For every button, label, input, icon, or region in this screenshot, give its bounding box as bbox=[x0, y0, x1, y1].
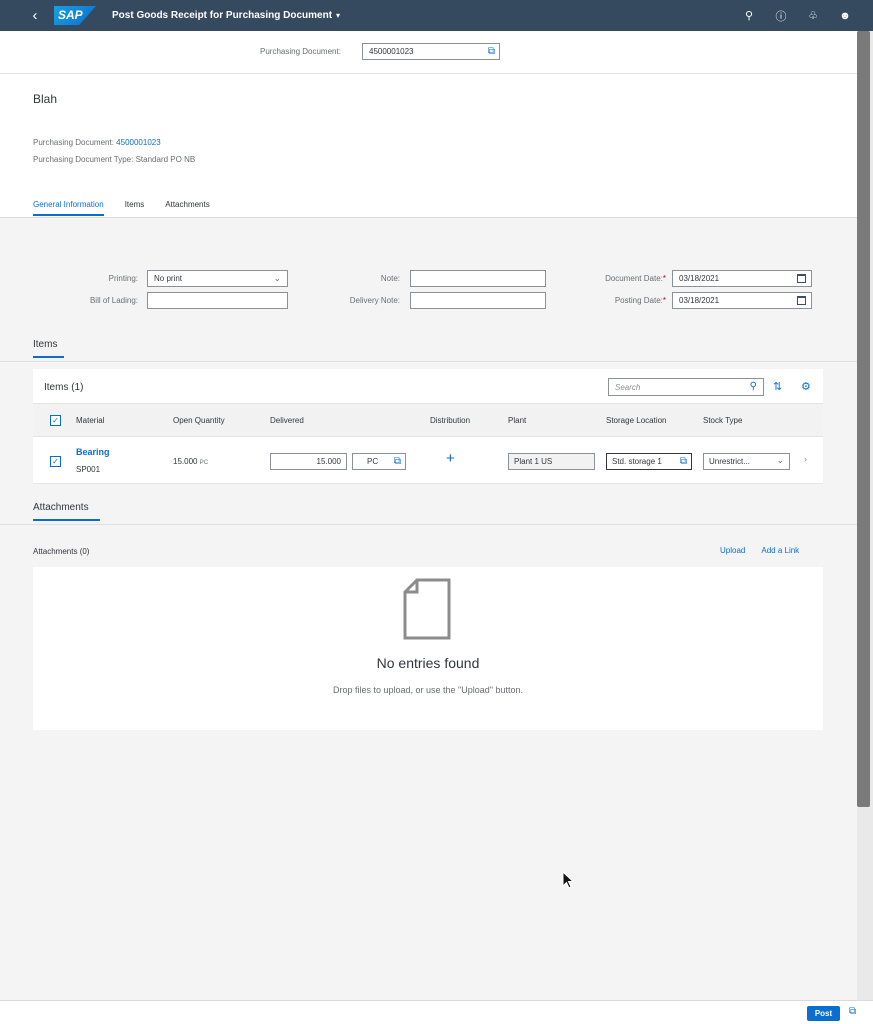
purchasing-document-value: 4500001023 bbox=[369, 47, 414, 56]
items-table-title: Items (1) bbox=[44, 382, 84, 393]
delivered-unit-input[interactable]: PC ⧉ bbox=[352, 453, 406, 470]
printing-select[interactable]: No print ⌄ bbox=[147, 270, 288, 287]
value-help-icon[interactable]: ⧉ bbox=[394, 456, 401, 467]
purchasing-document-attribute: Purchasing Document: 4500001023 bbox=[33, 138, 161, 147]
material-id: SP001 bbox=[76, 465, 101, 474]
attachments-section-title[interactable]: Attachments bbox=[33, 502, 100, 521]
chevron-right-icon[interactable]: › bbox=[804, 454, 807, 464]
scrollbar-thumb[interactable] bbox=[857, 31, 870, 807]
upload-button[interactable]: Upload bbox=[720, 546, 745, 555]
tab-general-information[interactable]: General Information bbox=[33, 200, 104, 216]
value-help-icon[interactable]: ⧉ bbox=[488, 46, 495, 57]
open-quantity: 15.000 PC bbox=[173, 457, 209, 466]
footer-toolbar: Post ⧉ bbox=[0, 1000, 873, 1024]
empty-state-title: No entries found bbox=[376, 655, 480, 671]
value-help-icon[interactable]: ⧉ bbox=[679, 456, 687, 467]
column-plant[interactable]: Plant bbox=[508, 416, 526, 425]
attachments-list: No entries found Drop files to upload, o… bbox=[33, 567, 823, 730]
document-icon bbox=[403, 578, 451, 640]
document-date-label: Document Date:* bbox=[605, 274, 666, 283]
tab-bar: General Information Items Attachments bbox=[33, 200, 210, 216]
post-button[interactable]: Post bbox=[807, 1006, 840, 1021]
sap-logo[interactable]: SAP bbox=[54, 6, 96, 25]
chevron-down-icon[interactable]: ▾ bbox=[336, 11, 340, 20]
table-header: ✓ Material Open Quantity Delivered Distr… bbox=[33, 403, 823, 437]
attachments-toolbar: Upload Add a Link bbox=[720, 546, 799, 555]
table-row[interactable]: ✓ Bearing SP001 15.000 PC 15.000 PC ⧉ + … bbox=[33, 437, 823, 484]
add-link-button[interactable]: Add a Link bbox=[761, 546, 799, 555]
calendar-icon[interactable] bbox=[797, 296, 806, 305]
stock-type-select[interactable]: Unrestrict... ⌄ bbox=[703, 453, 790, 470]
shell-bar: ‹ SAP Post Goods Receipt for Purchasing … bbox=[0, 0, 873, 31]
column-open-quantity[interactable]: Open Quantity bbox=[173, 416, 225, 425]
column-material[interactable]: Material bbox=[76, 416, 104, 425]
empty-state-hint: Drop files to upload, or use the "Upload… bbox=[332, 685, 523, 695]
bill-of-lading-label: Bill of Lading: bbox=[89, 296, 138, 305]
tab-attachments[interactable]: Attachments bbox=[165, 200, 209, 216]
document-selector-bar: Purchasing Document: 4500001023 ⧉ bbox=[0, 31, 857, 74]
notification-icon[interactable]: ♧ bbox=[807, 9, 819, 22]
chevron-down-icon[interactable]: ⌄ bbox=[273, 273, 281, 284]
search-icon[interactable]: ⚲ bbox=[750, 381, 757, 392]
attachments-count: Attachments (0) bbox=[33, 547, 90, 556]
search-icon[interactable]: ⚲ bbox=[743, 9, 755, 22]
posting-date-picker[interactable]: 03/18/2021 bbox=[672, 292, 812, 309]
storage-location-input[interactable]: Std. storage 1 ⧉ bbox=[606, 453, 692, 470]
search-input[interactable]: Search ⚲ bbox=[608, 378, 764, 396]
note-input[interactable] bbox=[410, 270, 546, 287]
back-icon[interactable]: ‹ bbox=[24, 0, 46, 31]
shell-actions: ⚲ ⓘ ♧ ☻ bbox=[743, 0, 851, 31]
mouse-cursor-icon bbox=[562, 871, 574, 889]
printing-label: Printing: bbox=[108, 274, 138, 283]
plant-field: Plant 1 US bbox=[508, 453, 595, 470]
delivery-note-input[interactable] bbox=[410, 292, 546, 309]
section-divider bbox=[0, 524, 857, 525]
column-storage-location[interactable]: Storage Location bbox=[606, 416, 667, 425]
row-checkbox[interactable]: ✓ bbox=[50, 456, 61, 467]
document-type-value: Standard PO NB bbox=[135, 155, 196, 164]
tab-items[interactable]: Items bbox=[125, 200, 145, 216]
items-section-title[interactable]: Items bbox=[33, 339, 64, 358]
purchasing-document-input[interactable]: 4500001023 ⧉ bbox=[362, 43, 500, 60]
document-date-picker[interactable]: 03/18/2021 bbox=[672, 270, 812, 287]
share-icon[interactable]: ⧉ bbox=[849, 1006, 856, 1017]
purchasing-document-label: Purchasing Document: bbox=[260, 47, 341, 56]
app-title[interactable]: Post Goods Receipt for Purchasing Docume… bbox=[112, 10, 332, 21]
purchasing-document-link[interactable]: 4500001023 bbox=[116, 138, 161, 147]
sort-icon[interactable]: ⇅ bbox=[773, 380, 782, 393]
add-distribution-icon[interactable]: + bbox=[446, 450, 455, 467]
help-icon[interactable]: ⓘ bbox=[775, 8, 787, 24]
chevron-down-icon[interactable]: ⌄ bbox=[776, 455, 784, 466]
delivered-quantity-input[interactable]: 15.000 bbox=[270, 453, 347, 470]
object-header: Blah Purchasing Document: 4500001023 Pur… bbox=[0, 74, 857, 218]
column-delivered[interactable]: Delivered bbox=[270, 416, 304, 425]
gear-icon[interactable]: ⚙ bbox=[801, 380, 811, 393]
posting-date-label: Posting Date:* bbox=[614, 296, 666, 305]
calendar-icon[interactable] bbox=[797, 274, 806, 283]
items-table: Items (1) Search ⚲ ⇅ ⚙ ✓ Material Open Q… bbox=[33, 369, 823, 484]
section-divider bbox=[0, 361, 857, 362]
select-all-checkbox[interactable]: ✓ bbox=[50, 415, 61, 426]
column-stock-type[interactable]: Stock Type bbox=[703, 416, 742, 425]
document-type-attribute: Purchasing Document Type: Standard PO NB bbox=[33, 155, 196, 164]
object-title: Blah bbox=[33, 92, 58, 106]
column-distribution[interactable]: Distribution bbox=[430, 416, 470, 425]
bill-of-lading-input[interactable] bbox=[147, 292, 288, 309]
material-name-link[interactable]: Bearing bbox=[76, 447, 110, 457]
user-icon[interactable]: ☻ bbox=[839, 10, 851, 22]
delivery-note-label: Delivery Note: bbox=[349, 296, 400, 305]
note-label: Note: bbox=[380, 274, 400, 283]
